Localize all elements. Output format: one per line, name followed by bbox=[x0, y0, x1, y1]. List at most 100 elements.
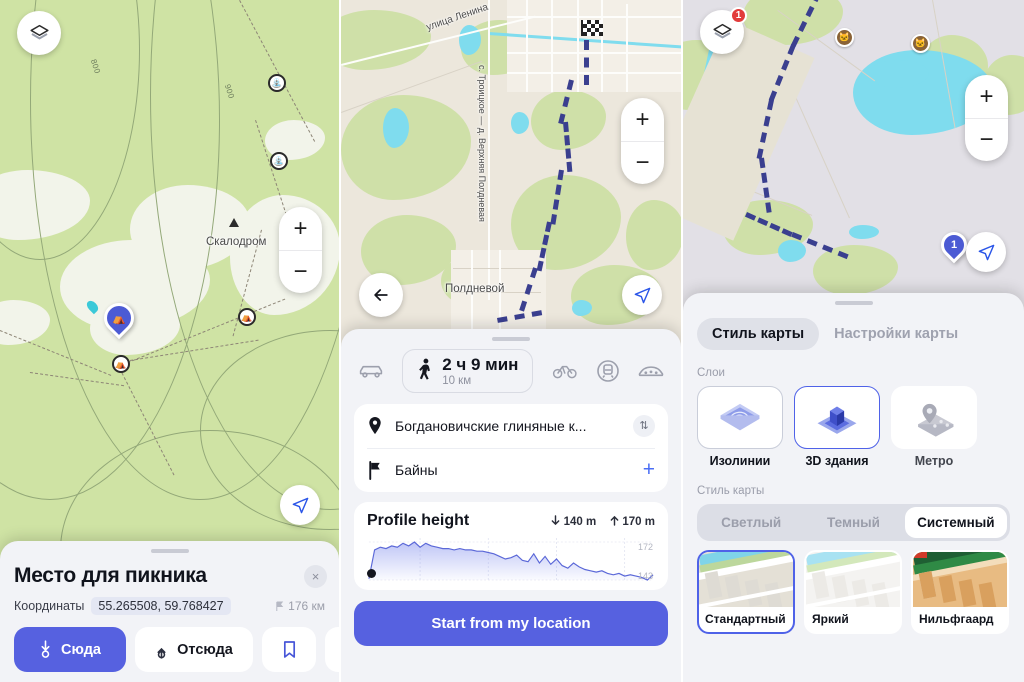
style-card-nilfgaard[interactable]: Нильфгаард bbox=[911, 550, 1009, 634]
layer-icon-box[interactable] bbox=[891, 386, 977, 449]
layer-label: Изолинии bbox=[709, 454, 771, 468]
zoom-controls[interactable]: + − bbox=[965, 75, 1008, 161]
arrow-up-from-point-icon bbox=[157, 647, 166, 659]
arrow-down-icon bbox=[552, 515, 560, 525]
zoom-out-button[interactable]: − bbox=[965, 118, 1008, 161]
close-button[interactable]: × bbox=[304, 565, 327, 588]
mode-car[interactable] bbox=[358, 362, 384, 380]
coordinates-label: Координаты bbox=[14, 599, 85, 613]
elevation-chart-svg bbox=[368, 537, 654, 581]
poi-marker[interactable]: 🐱 bbox=[911, 34, 930, 53]
flag-icon bbox=[276, 601, 284, 611]
theme-system[interactable]: Системный bbox=[904, 507, 1007, 538]
poi-marker[interactable]: ⛲ bbox=[268, 74, 286, 92]
add-waypoint-button[interactable]: + bbox=[643, 458, 655, 482]
theme-dark[interactable]: Темный bbox=[802, 507, 904, 538]
route-from-button[interactable]: Отсюда bbox=[135, 627, 253, 672]
layer-item-contours[interactable]: Изолинии bbox=[697, 386, 783, 468]
route-points-card: Богдановичские глиняные к... ⇅ Байны + bbox=[354, 403, 668, 492]
mode-transit[interactable] bbox=[596, 359, 620, 383]
start-route-button[interactable]: Start from my location bbox=[354, 600, 668, 646]
route-to-button[interactable]: Сюда bbox=[14, 627, 126, 672]
theme-light[interactable]: Светлый bbox=[700, 507, 802, 538]
arrow-down-to-point-icon bbox=[41, 640, 50, 658]
route-to-row[interactable]: Байны + bbox=[367, 447, 655, 492]
mode-taxi[interactable] bbox=[638, 362, 664, 380]
style-thumbnail bbox=[913, 552, 1007, 607]
poi-marker-selected[interactable]: ⛺ bbox=[112, 355, 130, 373]
layers-section-label: Слои bbox=[697, 367, 725, 379]
navigate-icon bbox=[292, 497, 308, 513]
locate-button[interactable] bbox=[966, 232, 1006, 272]
route-from-label: Отсюда bbox=[177, 641, 233, 658]
page-title: Место для пикника bbox=[14, 564, 207, 587]
map-style-list: Стандартный Яркий Нильфгаард bbox=[697, 550, 1010, 634]
zoom-in-button[interactable]: + bbox=[965, 75, 1008, 118]
layer-item-3d-buildings[interactable]: 3D здания bbox=[794, 386, 880, 468]
layers-list: Изолинии 3D здания Метро bbox=[697, 386, 1010, 468]
poi-marker[interactable]: ⛲ bbox=[270, 152, 288, 170]
panel-place-card: 800 900 ⛲ ⛲ ⛺ ⛺ Скалодром ⛺ + − Место дл… bbox=[0, 0, 341, 682]
zoom-out-button[interactable]: − bbox=[621, 141, 664, 184]
style-section-label: Стиль карты bbox=[697, 485, 765, 497]
layer-icon-box[interactable] bbox=[794, 386, 880, 449]
route-duration: 2 ч 9 мин bbox=[442, 355, 519, 374]
sheet-grabber[interactable] bbox=[834, 301, 873, 305]
style-thumbnail bbox=[699, 552, 793, 607]
elevation-y-max: 172 bbox=[637, 541, 653, 552]
place-actions: Сюда Отсюда bbox=[14, 627, 339, 672]
style-label: Яркий bbox=[812, 612, 849, 626]
ascent-value: 170 m bbox=[622, 515, 655, 528]
layers-button[interactable]: 1 bbox=[700, 7, 747, 54]
route-finish-flag bbox=[581, 20, 603, 36]
coordinates-row: Координаты 55.265508, 59.768427 176 км bbox=[14, 597, 325, 615]
layer-icon-box[interactable] bbox=[697, 386, 783, 449]
coordinates-value[interactable]: 55.265508, 59.768427 bbox=[91, 597, 231, 615]
elevation-start-marker bbox=[367, 568, 376, 578]
sheet-grabber[interactable] bbox=[492, 337, 530, 341]
map-pin-icon bbox=[369, 417, 381, 435]
map-settings-bottom-sheet: Стиль карты Настройки карты Слои Изолини… bbox=[683, 293, 1024, 682]
route-bottom-sheet: 2 ч 9 мин 10 км Богдановичские глиняные … bbox=[341, 329, 681, 682]
elevation-profile-title: Profile height bbox=[367, 511, 470, 529]
mode-bicycle[interactable] bbox=[552, 362, 578, 380]
share-button[interactable] bbox=[325, 627, 339, 672]
map-label-poldnevoy: Полдневой bbox=[445, 283, 505, 295]
contour-layer-icon bbox=[720, 403, 760, 430]
zoom-controls[interactable]: + − bbox=[279, 207, 322, 293]
zoom-controls[interactable]: + − bbox=[621, 98, 664, 184]
layer-label: 3D здания bbox=[805, 454, 869, 468]
route-from-row[interactable]: Богдановичские глиняные к... ⇅ bbox=[367, 404, 655, 448]
theme-segmented-control: Светлый Темный Системный bbox=[697, 504, 1010, 541]
bookmark-icon bbox=[283, 641, 295, 658]
layers-icon bbox=[29, 24, 49, 39]
layers-button[interactable] bbox=[17, 11, 61, 55]
transport-modes: 2 ч 9 мин 10 км bbox=[354, 349, 668, 393]
zoom-in-button[interactable]: + bbox=[621, 98, 664, 141]
bookmark-button[interactable] bbox=[262, 627, 316, 672]
sheet-grabber[interactable] bbox=[150, 549, 189, 553]
zoom-in-button[interactable]: + bbox=[279, 207, 322, 250]
tab-map-settings[interactable]: Настройки карты bbox=[819, 318, 973, 350]
style-card-bright[interactable]: Яркий bbox=[804, 550, 902, 634]
swap-button[interactable]: ⇅ bbox=[633, 414, 655, 437]
tab-map-style[interactable]: Стиль карты bbox=[697, 318, 820, 350]
poi-marker[interactable]: 🐱 bbox=[835, 28, 854, 47]
style-label: Нильфгаард bbox=[919, 612, 994, 626]
elevation-chart[interactable]: 172 143 bbox=[367, 536, 655, 582]
locate-button[interactable] bbox=[622, 275, 662, 315]
panel-route-details: улица Ленина с. Троицкое — д. Верхняя По… bbox=[341, 0, 683, 682]
distance-readout: 176 км bbox=[275, 599, 325, 613]
ascent-stat: 170 m bbox=[610, 515, 655, 528]
style-card-standard[interactable]: Стандартный bbox=[697, 550, 795, 634]
zoom-out-button[interactable]: − bbox=[279, 250, 322, 293]
locate-button[interactable] bbox=[280, 485, 320, 525]
back-button[interactable] bbox=[359, 273, 403, 317]
poi-marker[interactable]: ⛺ bbox=[238, 308, 256, 326]
elevation-stats: 140 m 170 m bbox=[551, 515, 655, 528]
descent-stat: 140 m bbox=[551, 515, 596, 528]
mode-walk-active[interactable]: 2 ч 9 мин 10 км bbox=[402, 349, 534, 393]
layer-item-metro[interactable]: Метро bbox=[891, 386, 977, 468]
navigate-icon bbox=[634, 287, 650, 303]
taxi-icon bbox=[638, 366, 664, 377]
